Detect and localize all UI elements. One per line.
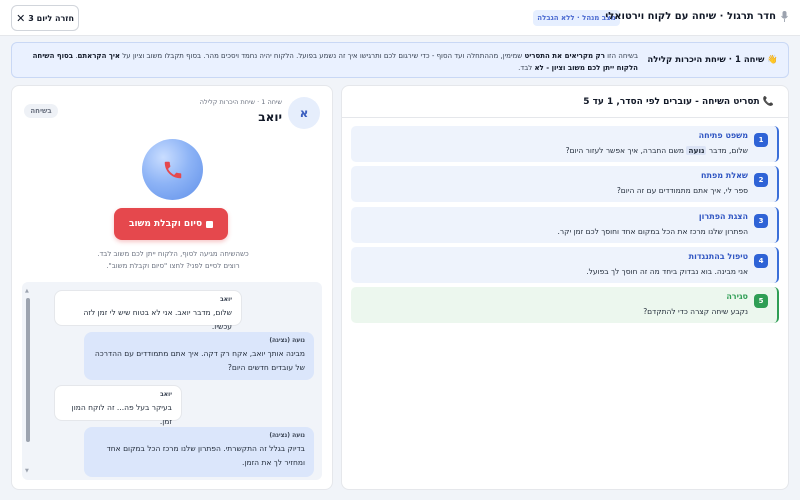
stop-icon bbox=[206, 220, 214, 228]
step-text: נקבע שיחה קצרה כדי להתקדם? bbox=[643, 307, 748, 316]
message-text: בדיוק בגלל זה התקשרתי. הפתרון שלנו מרכז … bbox=[106, 444, 305, 467]
banner-text-end: לבד. bbox=[518, 64, 535, 72]
chat-message: נועה (נציגה) בדיוק בגלל זה התקשרתי. הפתר… bbox=[84, 427, 314, 477]
script-step: 2 שאלת מפתח ספר לי, איך אתם מתמודדים עם … bbox=[351, 166, 779, 202]
script-header: 📞 תסריט השיחה - עוברים לפי הסדר, 1 עד 5 bbox=[342, 86, 788, 118]
scrollbar-thumb[interactable] bbox=[26, 298, 30, 442]
back-button-label: חזרה ליום 3 bbox=[28, 13, 74, 23]
message-sender: נועה (נציגה) bbox=[269, 337, 305, 344]
step-title: משפט פתיחה bbox=[698, 131, 748, 140]
message-text: מבינה אותך יואב, אקח רק דקה. איך אתם מתמ… bbox=[94, 349, 305, 372]
banner-text-prefix: בשיחה הזו bbox=[604, 52, 638, 60]
end-call-label: סיום וקבלת משוב bbox=[128, 219, 203, 229]
step-number: 1 bbox=[754, 133, 768, 147]
customer-avatar: א bbox=[288, 97, 320, 129]
call-status-badge: בשיחה bbox=[24, 104, 58, 118]
customer-subtitle: שיחה 1 · שיחת היכרות קלילה bbox=[199, 98, 282, 106]
app-title-text: חדר תרגול · שיחה עם לקוח וירטואלי bbox=[605, 11, 776, 22]
close-icon: ✕ bbox=[16, 11, 26, 25]
chat-message: יואב שלום, מדבר יואב. אני לא בטוח שיש לי… bbox=[54, 290, 242, 331]
call-indicator bbox=[142, 139, 203, 200]
step-title: הצגת הפתרון bbox=[698, 212, 748, 221]
call-hint: כשהשיחה מגיעה לסוף, הלקוח ייתן לכם משוב … bbox=[32, 248, 314, 272]
step-title: סגירה bbox=[726, 292, 748, 301]
message-sender: נועה (נציגה) bbox=[269, 432, 305, 439]
message-sender: יואב bbox=[160, 391, 172, 398]
step-title: שאלת מפתח bbox=[701, 171, 748, 180]
scroll-up-icon[interactable]: ▲ bbox=[25, 288, 29, 294]
step-number: 2 bbox=[754, 173, 768, 187]
step-text: אני מבינה. בוא נבדוק ביחד מה זה חוסך לך … bbox=[586, 267, 748, 276]
banner-title: 👋 שיחה 1 · שיחת היכרות קלילה bbox=[647, 55, 778, 65]
phone-icon bbox=[164, 161, 181, 178]
app-title: חדר תרגול · שיחה עם לקוח וירטואלי bbox=[605, 11, 788, 22]
step-number: 4 bbox=[754, 254, 768, 268]
banner-text: בשיחה הזו רק מקריאים את התסריט שמימין, מ… bbox=[18, 50, 638, 74]
script-step: 1 משפט פתיחה שלום, מדבר נועה משם החברה, … bbox=[351, 126, 779, 162]
top-bar: חזרה ליום 3 ✕ מצב מנהל · ללא הגבלה חדר ת… bbox=[0, 0, 800, 36]
script-step-completed: 5 סגירה נקבע שיחה קצרה כדי להתקדם? bbox=[351, 287, 779, 323]
microphone-icon bbox=[781, 11, 788, 22]
step-text-before: שלום, מדבר bbox=[706, 146, 748, 155]
chat-message: נועה (נציגה) מבינה אותך יואב, אקח רק דקה… bbox=[84, 332, 314, 380]
scroll-down-icon[interactable]: ▼ bbox=[25, 468, 29, 474]
message-text: שלום, מדבר יואב. אני לא בטוח שיש לי זמן … bbox=[83, 308, 233, 331]
end-call-button[interactable]: סיום וקבלת משוב bbox=[114, 208, 228, 240]
message-sender: יואב bbox=[220, 296, 232, 303]
customer-name: יואב bbox=[258, 110, 282, 124]
back-to-day-button[interactable]: חזרה ליום 3 ✕ bbox=[11, 5, 79, 31]
banner-bold-1: רק מקריאים את התסריט bbox=[524, 52, 605, 60]
chat-transcript[interactable]: ▲ ▼ יואב שלום, מדבר יואב. אני לא בטוח שי… bbox=[22, 282, 322, 480]
info-banner: 👋 שיחה 1 · שיחת היכרות קלילה בשיחה הזו ר… bbox=[11, 42, 789, 78]
script-step: 4 טיפול בהתנגדות אני מבינה. בוא נבדוק בי… bbox=[351, 247, 779, 283]
call-hint-line-1: כשהשיחה מגיעה לסוף, הלקוח ייתן לכם משוב … bbox=[97, 250, 249, 258]
step-text: ספר לי, איך אתם מתמודדים עם זה היום? bbox=[616, 186, 748, 195]
banner-bold-2: איך הקראתם bbox=[77, 52, 121, 60]
step-text: הפתרון שלנו מרכז את הכל במקום אחד וחוסך … bbox=[557, 227, 748, 236]
step-number: 5 bbox=[754, 294, 768, 308]
step-highlight: נועה bbox=[686, 146, 707, 155]
step-number: 3 bbox=[754, 214, 768, 228]
script-panel: 📞 תסריט השיחה - עוברים לפי הסדר, 1 עד 5 … bbox=[341, 85, 789, 490]
chat-message: יואב בעיקר בעל פה... זה לוקח המון זמן. bbox=[54, 385, 182, 426]
message-text: בעיקר בעל פה... זה לוקח המון זמן. bbox=[71, 403, 172, 426]
call-panel: בשיחה א שיחה 1 · שיחת היכרות קלילה יואב … bbox=[11, 85, 333, 490]
step-text-after: משם החברה, איך אפשר לעזור היום? bbox=[565, 146, 687, 155]
call-hint-line-2: רוצים לסיים לפני? לחצו "סיום וקבלת משוב"… bbox=[106, 262, 240, 270]
chat-scrollbar[interactable]: ▲ ▼ bbox=[25, 288, 31, 474]
step-title: טיפול בהתנגדות bbox=[688, 252, 748, 261]
script-step: 3 הצגת הפתרון הפתרון שלנו מרכז את הכל במ… bbox=[351, 207, 779, 243]
script-title: 📞 תסריט השיחה - עוברים לפי הסדר, 1 עד 5 bbox=[583, 97, 774, 107]
step-text: שלום, מדבר נועה משם החברה, איך אפשר לעזו… bbox=[566, 146, 748, 155]
banner-text-mid: שמימין, מההתחלה ועד הסוף - כדי שירגום לכ… bbox=[120, 52, 525, 60]
